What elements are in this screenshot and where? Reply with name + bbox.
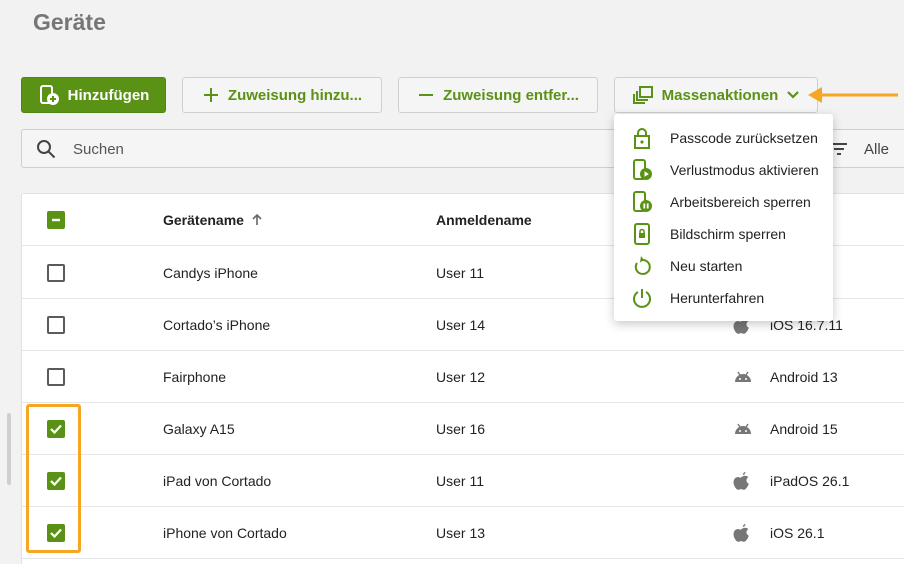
screen-lock-icon <box>634 223 650 245</box>
row-checkbox[interactable] <box>47 368 65 386</box>
add-device-label: Hinzufügen <box>67 86 150 104</box>
plus-icon <box>203 88 218 102</box>
row-checkbox[interactable] <box>47 316 65 334</box>
row-checkbox[interactable] <box>47 264 65 282</box>
menu-item-label: Verlustmodus aktivieren <box>670 162 819 178</box>
column-header-label: Gerätename <box>163 212 244 228</box>
login-name: User 13 <box>436 525 486 541</box>
menu-item-lost-mode[interactable]: Verlustmodus aktivieren <box>614 154 833 186</box>
row-checkbox[interactable] <box>47 524 65 542</box>
annotation-arrow-icon <box>808 87 898 103</box>
menu-item-label: Herunterfahren <box>670 290 765 306</box>
apple-icon <box>733 472 749 490</box>
table-row[interactable]: iPad von Cortado User 11 iPadOS 26.1 <box>22 455 904 507</box>
os-version: iPadOS 26.1 <box>770 473 850 489</box>
table-row[interactable]: Galaxy A15 User 16 Android 15 <box>22 403 904 455</box>
checkmark-icon <box>50 476 62 487</box>
menu-item-restart[interactable]: Neu starten <box>614 250 833 282</box>
lost-mode-icon <box>633 159 652 180</box>
table-row[interactable]: Fairphone User 12 Android 13 <box>22 351 904 403</box>
android-icon <box>735 423 751 434</box>
menu-item-reset-passcode[interactable]: Passcode zurücksetzen <box>614 122 833 154</box>
device-name: Candys iPhone <box>163 265 258 281</box>
select-all-checkbox[interactable] <box>47 211 65 229</box>
checkmark-icon <box>50 424 62 435</box>
pause-workspace-icon <box>633 191 652 212</box>
filter-dropdown[interactable]: Alle <box>864 141 889 158</box>
minus-icon <box>419 94 434 96</box>
add-device-button[interactable]: Hinzufügen <box>21 77 166 113</box>
menu-item-lock-workspace[interactable]: Arbeitsbereich sperren <box>614 186 833 218</box>
add-device-icon <box>39 85 59 105</box>
login-name: User 16 <box>436 421 486 437</box>
assign-button[interactable]: Zuweisung hinzu... <box>182 77 382 113</box>
lock-icon <box>634 128 650 149</box>
android-icon <box>735 371 751 382</box>
column-header-device-name[interactable]: Gerätename <box>163 194 264 246</box>
device-name: Galaxy A15 <box>163 421 235 437</box>
apple-icon <box>733 524 749 542</box>
power-icon <box>633 289 651 308</box>
device-name: Fairphone <box>163 369 227 385</box>
bulk-actions-button[interactable]: Massenaktionen <box>614 77 818 113</box>
menu-item-shutdown[interactable]: Herunterfahren <box>614 282 833 314</box>
device-name: iPad von Cortado <box>163 473 272 489</box>
device-name: Cortado’s iPhone <box>163 317 271 333</box>
search-input[interactable]: Suchen <box>73 141 124 158</box>
row-checkbox[interactable] <box>47 420 65 438</box>
os-version: Android 15 <box>770 421 838 437</box>
column-header-login[interactable]: Anmeldename <box>436 194 532 246</box>
assign-label: Zuweisung hinzu... <box>227 86 363 104</box>
table-row[interactable]: iPhone von Cortado User 13 iOS 26.1 <box>22 507 904 559</box>
checkmark-icon <box>50 528 62 539</box>
os-version: iOS 26.1 <box>770 525 825 541</box>
login-name: User 11 <box>436 473 484 489</box>
device-name: iPhone von Cortado <box>163 525 287 541</box>
unassign-label: Zuweisung entfer... <box>443 86 579 104</box>
menu-item-label: Arbeitsbereich sperren <box>670 194 811 210</box>
chevron-down-icon <box>787 91 800 99</box>
sort-arrow-up-icon <box>252 213 262 225</box>
login-name: User 14 <box>436 317 486 333</box>
unassign-button[interactable]: Zuweisung entfer... <box>398 77 598 113</box>
row-checkbox[interactable] <box>47 472 65 490</box>
restart-icon <box>634 256 651 275</box>
bulk-actions-icon <box>632 86 653 104</box>
menu-item-lock-screen[interactable]: Bildschirm sperren <box>614 218 833 250</box>
menu-item-label: Neu starten <box>670 258 743 274</box>
menu-item-label: Bildschirm sperren <box>670 226 786 242</box>
menu-item-label: Passcode zurücksetzen <box>670 130 818 146</box>
page-title: Geräte <box>33 9 106 35</box>
scrollbar[interactable] <box>7 413 11 485</box>
login-name: User 11 <box>436 265 484 281</box>
login-name: User 12 <box>436 369 486 385</box>
search-icon <box>37 140 56 159</box>
os-version: Android 13 <box>770 369 838 385</box>
bulk-actions-label: Massenaktionen <box>661 86 779 104</box>
bulk-actions-menu: Passcode zurücksetzen Verlustmodus aktiv… <box>614 114 833 321</box>
